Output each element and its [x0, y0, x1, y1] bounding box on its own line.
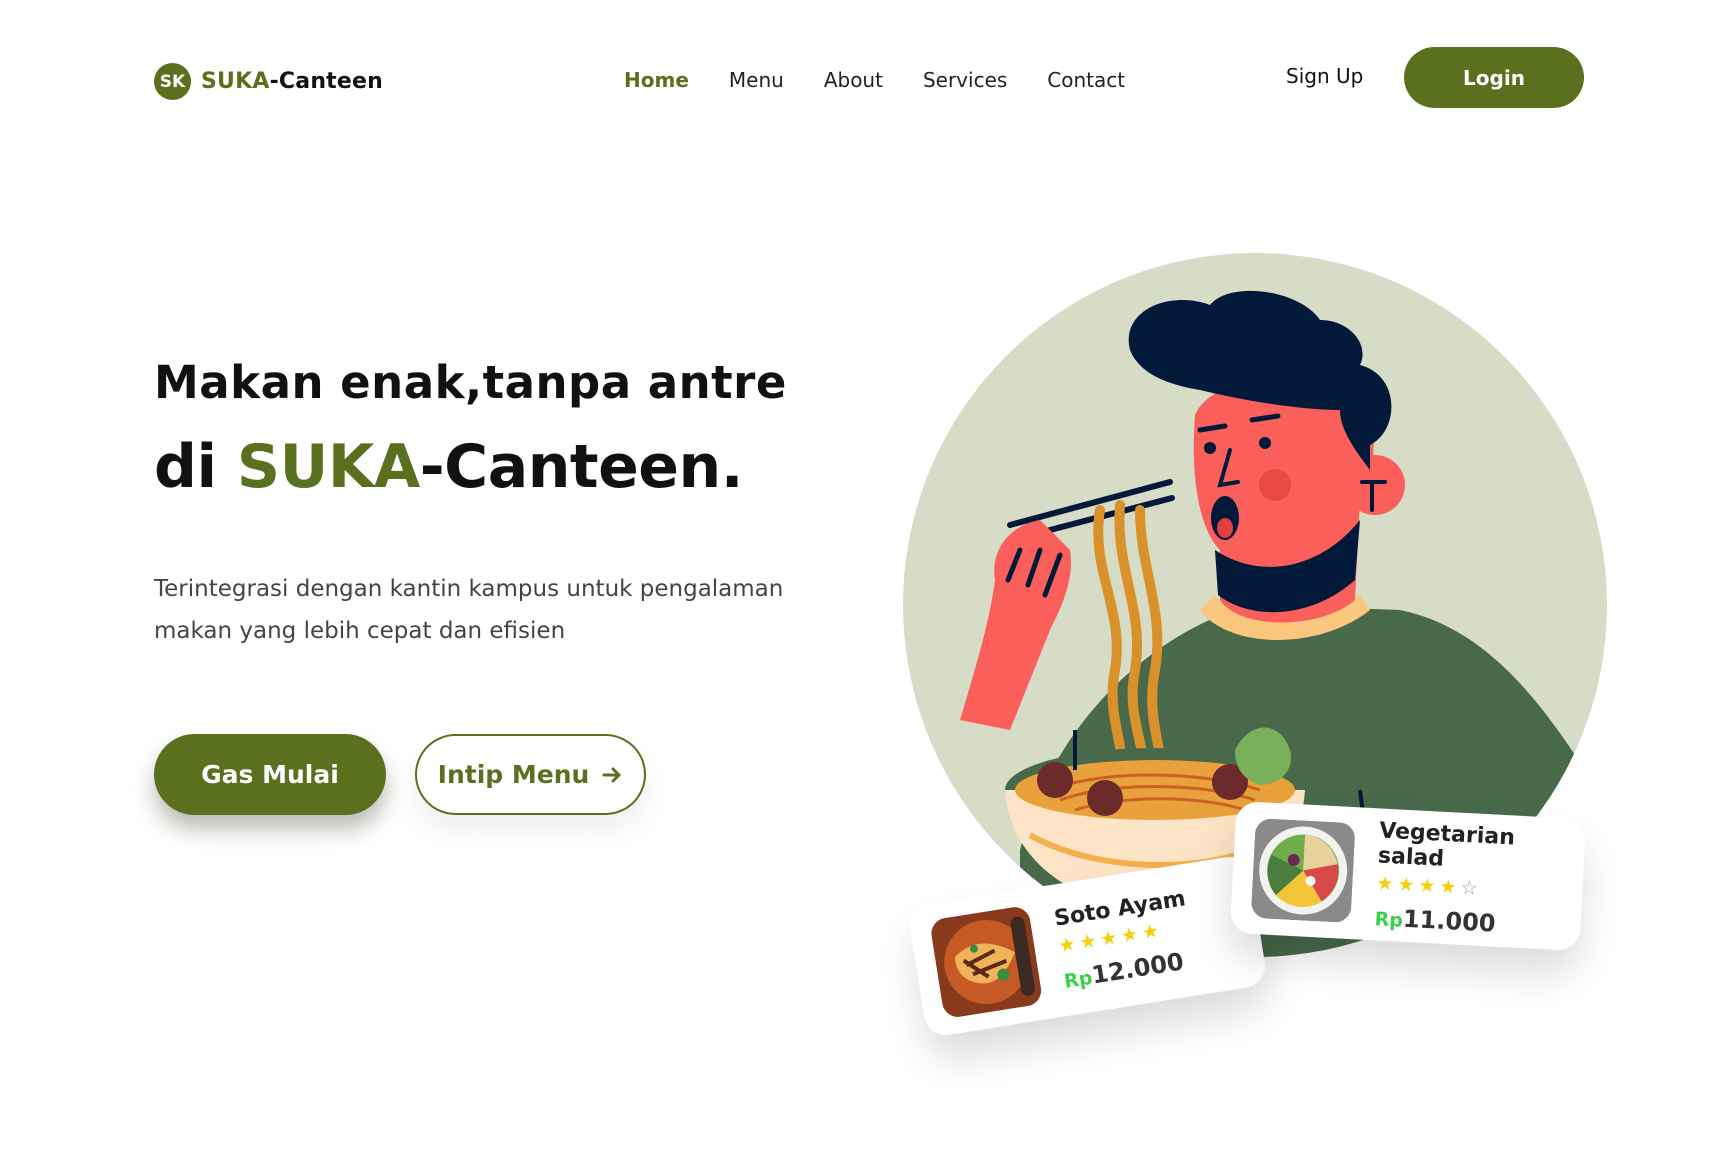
star-icon: ★ — [1439, 876, 1458, 899]
view-menu-label: Intip Menu — [437, 760, 590, 789]
food-price: Rp11.000 — [1374, 903, 1561, 941]
hero-subtitle: Makan enak,tanpa antre — [154, 356, 787, 409]
nav-item-about[interactable]: About — [824, 68, 883, 92]
arrow-right-icon — [602, 767, 621, 782]
signup-link[interactable]: Sign Up — [1286, 64, 1363, 88]
start-button[interactable]: Gas Mulai — [154, 734, 386, 815]
star-icon: ★ — [1376, 872, 1395, 895]
hero-description: Terintegrasi dengan kantin kampus untuk … — [154, 576, 784, 644]
star-icon: ★ — [1140, 920, 1161, 945]
main-nav: Home Menu About Services Contact — [624, 68, 1165, 92]
food-card-vegetarian-salad[interactable]: Vegetarian salad ★ ★ ★ ★ ☆ Rp11.000 — [1229, 800, 1587, 952]
view-menu-button[interactable]: Intip Menu — [415, 734, 646, 815]
food-name: Vegetarian salad — [1377, 817, 1516, 872]
price-value: 12.000 — [1089, 947, 1186, 990]
nav-item-services[interactable]: Services — [923, 68, 1007, 92]
food-info: Soto Ayam ★ ★ ★ ★ ★ Rp12.000 — [1052, 886, 1197, 994]
star-icon: ★ — [1119, 924, 1140, 948]
food-thumbnail-vegetarian-salad — [1250, 817, 1356, 924]
star-icon: ★ — [1077, 930, 1099, 955]
hero-title-highlight: SUKA — [236, 432, 420, 502]
star-empty-icon: ☆ — [1460, 877, 1479, 900]
star-icon: ★ — [1057, 933, 1078, 958]
star-icon: ★ — [1098, 927, 1119, 951]
logo-mark-icon: SK — [154, 63, 191, 100]
brand-name-part2: -Canteen — [269, 69, 383, 94]
brand-name-part1: SUKA — [201, 69, 270, 94]
nav-item-home[interactable]: Home — [624, 68, 689, 92]
star-icon: ★ — [1418, 875, 1437, 897]
price-currency: Rp — [1374, 907, 1404, 932]
nav-item-menu[interactable]: Menu — [729, 68, 784, 92]
nav-item-contact[interactable]: Contact — [1047, 68, 1125, 92]
login-button[interactable]: Login — [1404, 47, 1584, 108]
brand-logo[interactable]: SK SUKA-Canteen — [154, 63, 383, 100]
food-info: Vegetarian salad ★ ★ ★ ★ ☆ Rp11.000 — [1374, 818, 1566, 941]
hero-title-prefix: di — [154, 432, 237, 502]
food-thumbnail-soto-ayam — [929, 904, 1044, 1020]
price-currency: Rp — [1062, 966, 1094, 993]
star-icon: ★ — [1397, 873, 1416, 896]
price-value: 11.000 — [1402, 904, 1497, 938]
rating-stars: ★ ★ ★ ★ ☆ — [1376, 872, 1563, 903]
brand-name: SUKA-Canteen — [201, 69, 383, 94]
hero-title-suffix: -Canteen. — [419, 432, 744, 502]
hero-title: di SUKA-Canteen. — [154, 432, 744, 502]
